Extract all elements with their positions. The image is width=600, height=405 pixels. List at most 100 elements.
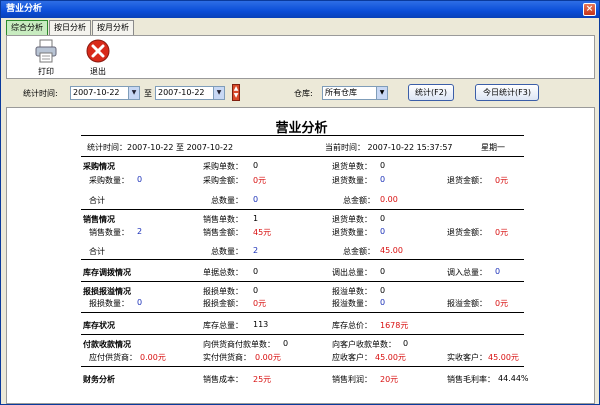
label: 库存总量： <box>203 321 243 330</box>
close-button[interactable]: × <box>583 3 596 16</box>
section-title: 采购情况 <box>83 162 115 171</box>
label: 退货数量： <box>332 228 372 237</box>
label: 实付供货商： <box>203 353 251 362</box>
payment-row-1: 付款收款情况 向供货商付款单数： 0 向客户收款单数： 0 <box>81 338 524 350</box>
value: 0 <box>137 298 143 307</box>
label: 库存总价： <box>332 321 372 330</box>
divider <box>81 259 524 260</box>
value: 0元 <box>495 299 509 308</box>
value: 0 <box>380 227 386 236</box>
label: 报溢数量： <box>332 299 372 308</box>
value: 0元 <box>495 228 509 237</box>
tab-monthly[interactable]: 按月分析 <box>92 20 134 35</box>
app-window: 营业分析 × 综合分析 按日分析 按月分析 打印 退出 统计时间: 2007-1… <box>0 0 600 405</box>
sales-total: 合计 总数量： 2 总金额： 45.00 <box>81 245 524 257</box>
report-panel: 营业分析 统计时间：2007-10-22 至 2007-10-22 当前时间： … <box>6 107 595 404</box>
label: 退货金额： <box>447 176 487 185</box>
section-title: 财务分析 <box>83 375 115 384</box>
label: 总金额： <box>343 196 375 205</box>
label: 销售数量： <box>89 228 129 237</box>
label: 采购单数： <box>203 162 243 171</box>
value: 0元 <box>495 176 509 185</box>
value: 0 <box>253 195 259 204</box>
label: 调出总量： <box>332 268 372 277</box>
warehouse-label: 仓库: <box>294 89 313 98</box>
purchase-row-2: 采购数量： 0 采购金额： 0元 退货数量： 0 退货金额： 0元 <box>81 174 524 186</box>
transfer-row: 库存调拨情况 单据总数： 0 调出总量： 0 调入总量： 0 <box>81 266 524 278</box>
value: 0 <box>495 267 501 276</box>
divider <box>81 135 524 136</box>
label: 单据总数： <box>203 268 243 277</box>
stock-row: 库存状况 库存总量： 113 库存总价： 1678元 <box>81 319 524 331</box>
chevron-down-icon[interactable]: ▼ <box>376 87 387 99</box>
value: 45.00元 <box>488 353 519 362</box>
label: 调入总量： <box>447 268 487 277</box>
tab-overall[interactable]: 综合分析 <box>6 20 48 35</box>
label: 退货单数： <box>332 162 372 171</box>
label: 退货单数： <box>332 215 372 224</box>
time-label: 统计时间: <box>23 89 58 98</box>
label: 采购金额： <box>203 176 243 185</box>
chevron-down-icon[interactable]: ▼ <box>213 87 224 99</box>
title-bar: 营业分析 × <box>1 1 599 18</box>
value: 0 <box>253 267 259 276</box>
value: 0.00元 <box>140 353 166 362</box>
label: 合计 <box>89 196 105 205</box>
label: 销售利润： <box>332 375 372 384</box>
print-button[interactable]: 打印 <box>29 38 63 78</box>
label: 报溢单数： <box>332 287 372 296</box>
value: 0 <box>403 339 409 348</box>
date-spinner-icon[interactable]: ▲ ▼ <box>232 84 240 101</box>
end-date-picker[interactable]: 2007-10-22 ▼ <box>155 86 225 100</box>
value: 20元 <box>380 375 399 384</box>
divider <box>81 312 524 313</box>
print-label: 打印 <box>38 67 54 76</box>
value: 0 <box>380 161 386 170</box>
value: 0 <box>253 161 259 170</box>
value: 45.00元 <box>375 353 406 362</box>
to-label: 至 <box>144 89 152 98</box>
toolbar: 打印 退出 <box>6 35 595 79</box>
label: 实收客户： <box>447 353 487 362</box>
sales-row-2: 销售数量： 2 销售金额： 45元 退货数量： 0 退货金额： 0元 <box>81 226 524 238</box>
label: 报溢金额： <box>447 299 487 308</box>
value: 0.00元 <box>255 353 281 362</box>
label: 应收客户： <box>332 353 372 362</box>
value: 1 <box>253 214 259 223</box>
value: 0.00 <box>380 195 398 204</box>
stat-button[interactable]: 统计(F2) <box>408 84 454 101</box>
report-range: 统计时间：2007-10-22 至 2007-10-22 <box>87 143 234 152</box>
warehouse-select[interactable]: 所有仓库 ▼ <box>322 86 388 100</box>
today-stat-button[interactable]: 今日统计(F3) <box>475 84 539 101</box>
value: 44.44% <box>498 374 529 383</box>
label: 合计 <box>89 247 105 256</box>
value: 2 <box>137 227 143 236</box>
tab-daily[interactable]: 按日分析 <box>49 20 91 35</box>
value: 45元 <box>253 228 272 237</box>
report-header: 统计时间：2007-10-22 至 2007-10-22 当前时间： 2007-… <box>81 141 524 153</box>
divider <box>81 281 524 282</box>
divider <box>81 334 524 335</box>
exit-button[interactable]: 退出 <box>81 38 115 78</box>
start-date-picker[interactable]: 2007-10-22 ▼ <box>70 86 140 100</box>
value: 45.00 <box>380 246 403 255</box>
end-date-value: 2007-10-22 <box>158 88 205 97</box>
label: 报损金额： <box>203 299 243 308</box>
label: 报损单数： <box>203 287 243 296</box>
exit-label: 退出 <box>90 67 106 76</box>
report-title: 营业分析 <box>275 121 328 136</box>
start-date-value: 2007-10-22 <box>73 88 120 97</box>
section-title: 库存调拨情况 <box>83 268 131 277</box>
value: 1678元 <box>380 321 409 330</box>
label: 销售金额： <box>203 228 243 237</box>
label: 总数量： <box>211 196 243 205</box>
purchase-row-1: 采购情况 采购单数： 0 退货单数： 0 <box>81 160 524 172</box>
value: 0 <box>380 298 386 307</box>
label: 销售毛利率： <box>447 375 495 384</box>
loss-row-2: 报损数量： 0 报损金额： 0元 报溢数量： 0 报溢金额： 0元 <box>81 297 524 309</box>
value: 0 <box>380 175 386 184</box>
divider <box>81 209 524 210</box>
chevron-down-icon[interactable]: ▼ <box>128 87 139 99</box>
section-title: 销售情况 <box>83 215 115 224</box>
divider <box>81 366 524 367</box>
